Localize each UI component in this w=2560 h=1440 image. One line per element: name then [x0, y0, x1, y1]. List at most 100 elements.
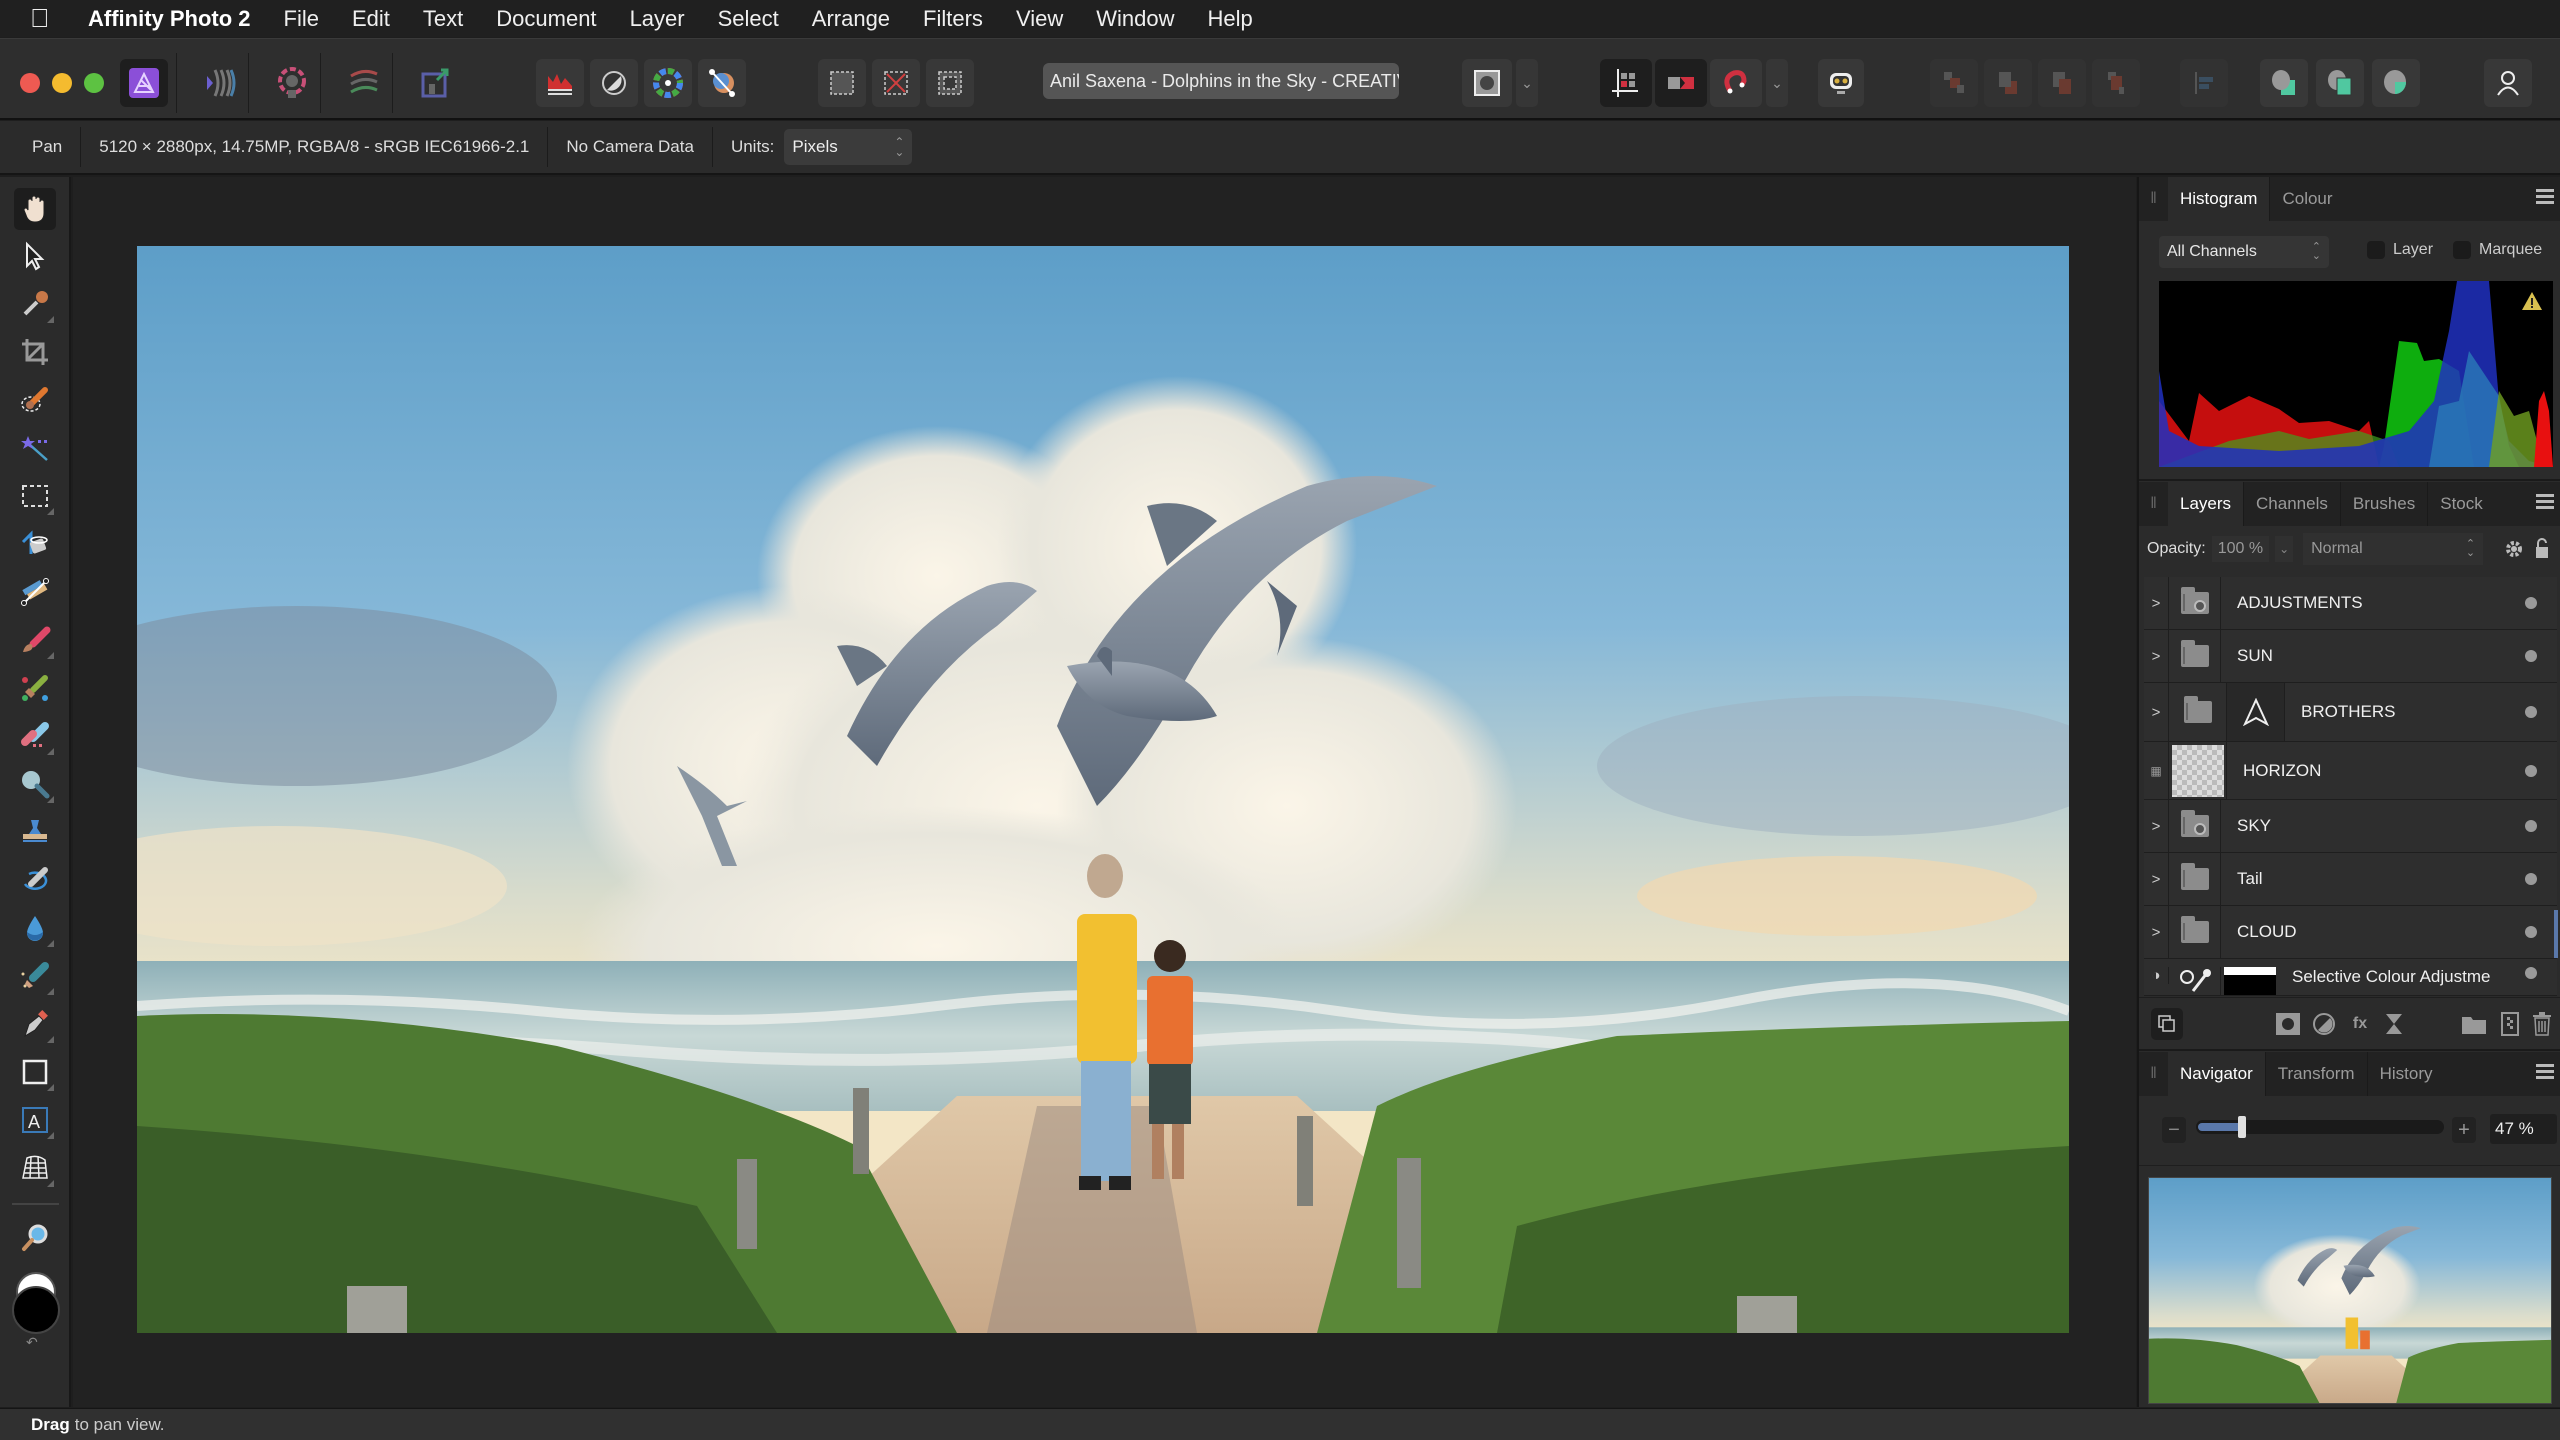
app-menu[interactable]: Affinity Photo 2 — [88, 6, 251, 32]
tab-navigator[interactable]: Navigator — [2168, 1052, 2266, 1096]
menu-layer[interactable]: Layer — [630, 6, 685, 32]
units-select[interactable]: Pixels ⌃ ⌄ — [784, 129, 913, 165]
add-group-button[interactable] — [2461, 1011, 2487, 1037]
add-fx-button[interactable]: fx — [2347, 1011, 2373, 1037]
layer-row-selective-colour[interactable]: ◑ Selective Colour Adjustme — [2144, 959, 2557, 996]
layer-row-sun[interactable]: > SUN — [2144, 630, 2557, 683]
menu-select[interactable]: Select — [718, 6, 779, 32]
expand-chevron-icon[interactable]: > — [2144, 800, 2169, 852]
zoom-value-input[interactable]: 47 % — [2490, 1114, 2557, 1144]
menu-help[interactable]: Help — [1207, 6, 1252, 32]
align-button[interactable] — [2180, 59, 2228, 107]
lock-icon[interactable] — [2535, 537, 2549, 559]
secondary-colour-swatch[interactable] — [12, 1286, 60, 1334]
tab-transform[interactable]: Transform — [2266, 1052, 2368, 1096]
zoom-slider-thumb[interactable] — [2238, 1116, 2246, 1138]
mesh-warp-tool[interactable] — [14, 1147, 56, 1189]
export-persona-button[interactable] — [412, 59, 460, 107]
artistic-text-tool[interactable]: A — [14, 1099, 56, 1141]
tab-history[interactable]: History — [2368, 1052, 2445, 1096]
move-back-one-button[interactable] — [1984, 59, 2032, 107]
clone-tool[interactable] — [14, 811, 56, 853]
gradient-tool[interactable] — [14, 571, 56, 613]
channel-select[interactable]: All Channels ⌃ ⌄ — [2159, 236, 2329, 268]
move-to-front-button[interactable] — [2092, 59, 2140, 107]
zoom-in-button[interactable]: + — [2452, 1117, 2476, 1143]
visibility-toggle[interactable] — [2525, 650, 2537, 662]
move-to-back-button[interactable] — [1930, 59, 1978, 107]
visibility-toggle[interactable] — [2525, 706, 2537, 718]
panel-menu-icon[interactable] — [2536, 494, 2554, 512]
crop-tool[interactable] — [14, 331, 56, 373]
snapping-dropdown[interactable]: ⌄ — [1766, 59, 1788, 107]
panel-menu-icon[interactable] — [2536, 1064, 2554, 1082]
add-live-filter-button[interactable] — [2381, 1011, 2407, 1037]
menu-filters[interactable]: Filters — [923, 6, 983, 32]
quick-mask-dropdown[interactable]: ⌄ — [1516, 59, 1538, 107]
visibility-toggle[interactable] — [2525, 967, 2537, 979]
tone-mapping-persona-button[interactable] — [340, 59, 388, 107]
visibility-toggle[interactable] — [2525, 597, 2537, 609]
menu-text[interactable]: Text — [423, 6, 463, 32]
panel-menu-icon[interactable] — [2536, 189, 2554, 207]
expand-chevron-icon[interactable]: > — [2144, 906, 2169, 958]
dodge-tool[interactable] — [14, 763, 56, 805]
menu-edit[interactable]: Edit — [352, 6, 390, 32]
panel-grip-icon[interactable]: ‖ — [2139, 1052, 2168, 1096]
zoom-tool[interactable] — [14, 1217, 56, 1259]
invert-selection-button[interactable] — [926, 59, 974, 107]
menu-window[interactable]: Window — [1096, 6, 1174, 32]
healing-tool[interactable] — [14, 955, 56, 997]
layer-row-adjustments[interactable]: > ADJUSTMENTS — [2144, 577, 2557, 630]
opacity-dropdown-icon[interactable]: ⌄ — [2275, 536, 2294, 562]
marquee-tool[interactable] — [14, 475, 56, 517]
panel-grip-icon[interactable]: ‖ — [2139, 482, 2168, 526]
layers-scrollbar[interactable] — [2554, 910, 2558, 958]
warning-icon[interactable] — [2521, 291, 2543, 311]
panel-grip-icon[interactable]: ‖ — [2139, 177, 2168, 221]
expand-chevron-icon[interactable]: > — [2144, 853, 2169, 905]
visibility-toggle[interactable] — [2525, 820, 2537, 832]
tab-brushes[interactable]: Brushes — [2341, 482, 2429, 526]
visibility-toggle[interactable] — [2525, 926, 2537, 938]
photo-persona-button[interactable] — [120, 59, 168, 107]
paint-brush-tool[interactable] — [14, 619, 56, 661]
visibility-toggle[interactable] — [2525, 873, 2537, 885]
deselect-button[interactable] — [872, 59, 920, 107]
menu-file[interactable]: File — [284, 6, 319, 32]
document-canvas-image[interactable] — [137, 246, 2069, 1333]
pen-tool[interactable] — [14, 1003, 56, 1045]
add-mask-button[interactable] — [2275, 1011, 2301, 1037]
layer-row-tail[interactable]: > Tail — [2144, 853, 2557, 906]
navigator-preview[interactable] — [2148, 1177, 2552, 1404]
colour-replacement-tool[interactable] — [14, 667, 56, 709]
add-pixel-layer-button[interactable] — [2497, 1011, 2523, 1037]
boolean-subtract-button[interactable] — [2316, 59, 2364, 107]
expand-chevron-icon[interactable]: > — [2144, 683, 2169, 741]
liquify-persona-button[interactable] — [196, 59, 244, 107]
brightness-contrast-button[interactable] — [590, 59, 638, 107]
boolean-add-button[interactable] — [2260, 59, 2308, 107]
expand-chevron-icon[interactable]: > — [2144, 577, 2169, 629]
selection-brush-tool[interactable] — [14, 379, 56, 421]
snapping-magnet-button[interactable] — [1710, 59, 1762, 107]
flood-select-tool[interactable] — [14, 427, 56, 469]
select-all-button[interactable] — [818, 59, 866, 107]
assistant-options-button[interactable] — [1818, 59, 1864, 107]
maximize-window-button[interactable] — [84, 73, 104, 93]
minimize-window-button[interactable] — [52, 73, 72, 93]
add-adjustment-button[interactable] — [2311, 1011, 2337, 1037]
move-forward-one-button[interactable] — [2038, 59, 2086, 107]
flood-fill-tool[interactable] — [14, 523, 56, 565]
menu-view[interactable]: View — [1016, 6, 1063, 32]
tab-histogram[interactable]: Histogram — [2168, 177, 2271, 221]
layer-checkbox[interactable] — [2367, 241, 2385, 259]
move-tool[interactable] — [14, 235, 56, 277]
quick-mask-button[interactable] — [1462, 59, 1512, 107]
tab-layers[interactable]: Layers — [2168, 482, 2245, 526]
undo-brush-tool[interactable] — [14, 859, 56, 901]
marquee-checkbox[interactable] — [2453, 241, 2471, 259]
layer-stack-button[interactable] — [2151, 1008, 2183, 1040]
assistant-button[interactable] — [1655, 59, 1707, 107]
opacity-input[interactable]: 100 % — [2211, 536, 2270, 562]
